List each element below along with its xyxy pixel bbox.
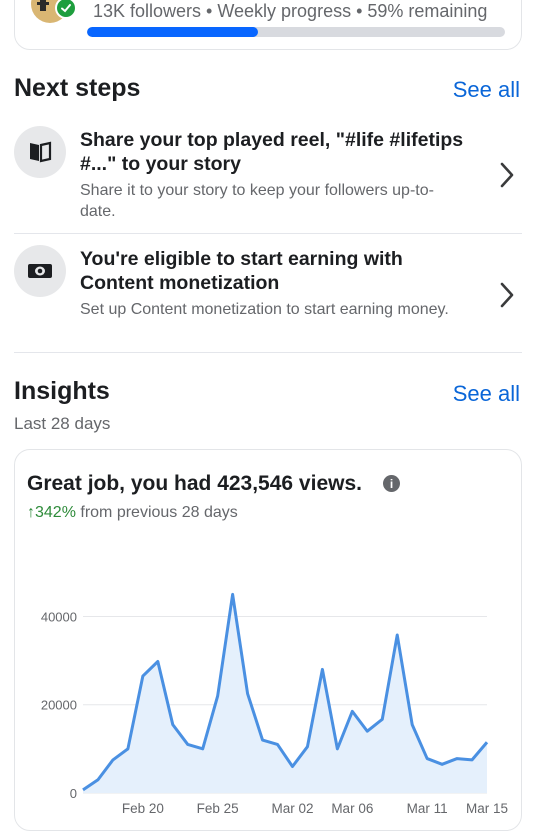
step-subtitle: Share it to your story to keep your foll… <box>80 182 434 220</box>
x-tick-label: Feb 25 <box>197 801 239 816</box>
insights-period: Last 28 days <box>14 414 111 433</box>
x-tick-label: Mar 11 <box>407 801 448 816</box>
book-open-icon <box>14 126 66 178</box>
insights-heading: Insights <box>14 377 110 405</box>
figure-icon <box>37 0 49 11</box>
weekly-progress-fill <box>87 27 259 37</box>
views-chart: 0 20000 40000 Feb 20 Feb 25 Mar 02 Mar 06 Mar 1… <box>41 592 508 816</box>
y-tick-label: 20000 <box>41 698 77 713</box>
next-step-content-monetization[interactable]: You're eligible to start earning with Co… <box>0 237 536 352</box>
next-steps-heading: Next steps <box>14 74 141 102</box>
step-title: You're eligible to start earning with Co… <box>80 248 403 294</box>
views-area <box>83 594 487 793</box>
verified-check-icon <box>55 0 77 19</box>
money-icon <box>14 245 66 297</box>
y-tick-label: 40000 <box>41 609 77 624</box>
x-tick-label: Mar 15 <box>466 801 508 816</box>
y-tick-label: 0 <box>70 786 77 801</box>
weekly-progress-card[interactable]: 13K followers • Weekly progress • 59% re… <box>14 0 522 50</box>
next-step-share-reel[interactable]: Share your top played reel, "#life #life… <box>0 118 536 233</box>
insights-see-all-link[interactable]: See all <box>453 381 520 407</box>
x-tick-label: Feb 20 <box>122 801 164 816</box>
x-tick-label: Mar 06 <box>331 801 373 816</box>
divider <box>14 233 522 234</box>
next-steps-see-all-link[interactable]: See all <box>453 77 520 103</box>
weekly-progress-bar <box>87 27 505 37</box>
step-title: Share your top played reel, "#life #life… <box>80 129 464 175</box>
chevron-right-icon <box>500 162 514 188</box>
divider <box>14 352 522 353</box>
progress-summary: 13K followers • Weekly progress • 59% re… <box>93 1 488 21</box>
chevron-right-icon <box>500 282 514 308</box>
views-insight-card[interactable]: Great job, you had 423,546 views. i ↑342… <box>14 449 522 831</box>
x-tick-label: Mar 02 <box>271 801 313 816</box>
step-subtitle: Set up Content monetization to start ear… <box>80 301 449 318</box>
